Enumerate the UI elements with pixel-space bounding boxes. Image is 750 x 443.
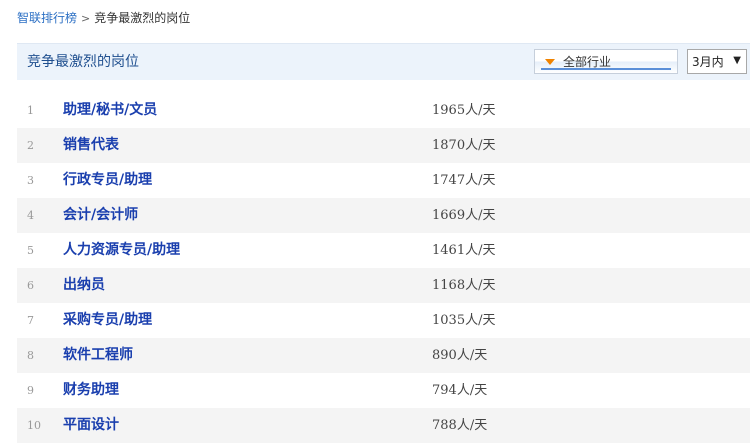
competition-value: 788人/天 bbox=[432, 418, 488, 433]
ranking-row: 8 软件工程师 890人/天 bbox=[17, 338, 750, 373]
competition-value: 1035人/天 bbox=[432, 313, 496, 328]
rank-number: 10 bbox=[27, 419, 41, 432]
rank-number: 7 bbox=[27, 314, 34, 327]
ranking-row: 1 助理/秘书/文员 1965人/天 bbox=[17, 93, 750, 128]
rank-number: 9 bbox=[27, 384, 34, 397]
competition-value: 1747人/天 bbox=[432, 173, 496, 188]
triangle-down-icon bbox=[545, 59, 555, 65]
rank-number: 5 bbox=[27, 244, 34, 257]
job-title-link[interactable]: 软件工程师 bbox=[63, 346, 133, 364]
competition-value: 794人/天 bbox=[432, 383, 488, 398]
ranking-list: 1 助理/秘书/文员 1965人/天 2 销售代表 1870人/天 3 行政专员… bbox=[17, 93, 750, 443]
job-title-link[interactable]: 人力资源专员/助理 bbox=[63, 241, 180, 259]
job-title-link[interactable]: 销售代表 bbox=[63, 136, 119, 154]
competition-value: 1168人/天 bbox=[432, 278, 496, 293]
job-title-link[interactable]: 平面设计 bbox=[63, 416, 119, 434]
chevron-down-icon: ▼ bbox=[733, 55, 741, 66]
competition-value: 1669人/天 bbox=[432, 208, 496, 223]
rank-number: 6 bbox=[27, 279, 34, 292]
ranking-row: 5 人力资源专员/助理 1461人/天 bbox=[17, 233, 750, 268]
ranking-row: 9 财务助理 794人/天 bbox=[17, 373, 750, 408]
breadcrumb-separator: > bbox=[81, 12, 91, 25]
breadcrumb-current: 竞争最激烈的岗位 bbox=[94, 11, 191, 25]
rank-number: 1 bbox=[27, 104, 34, 117]
rank-number: 2 bbox=[27, 139, 34, 152]
job-title-link[interactable]: 助理/秘书/文员 bbox=[63, 101, 157, 119]
job-title-link[interactable]: 采购专员/助理 bbox=[63, 311, 152, 329]
ranking-row: 7 采购专员/助理 1035人/天 bbox=[17, 303, 750, 338]
breadcrumb-root-link[interactable]: 智联排行榜 bbox=[17, 11, 77, 25]
ranking-row: 6 出纳员 1168人/天 bbox=[17, 268, 750, 303]
ranking-row: 10 平面设计 788人/天 bbox=[17, 408, 750, 443]
job-title-link[interactable]: 出纳员 bbox=[63, 276, 105, 294]
ranking-row: 2 销售代表 1870人/天 bbox=[17, 128, 750, 163]
industry-select[interactable]: 全部行业 bbox=[534, 49, 678, 74]
industry-select-underline bbox=[541, 68, 671, 70]
period-select[interactable]: 3月内 ▼ bbox=[687, 49, 747, 74]
rank-number: 3 bbox=[27, 174, 34, 187]
job-title-link[interactable]: 行政专员/助理 bbox=[63, 171, 152, 189]
period-select-value: 3月内 bbox=[692, 55, 724, 69]
breadcrumb: 智联排行榜 > 竞争最激烈的岗位 bbox=[17, 10, 190, 27]
rank-number: 8 bbox=[27, 349, 34, 362]
competition-value: 1965人/天 bbox=[432, 103, 496, 118]
ranking-row: 4 会计/会计师 1669人/天 bbox=[17, 198, 750, 233]
job-title-link[interactable]: 会计/会计师 bbox=[63, 206, 138, 224]
job-title-link[interactable]: 财务助理 bbox=[63, 381, 119, 399]
ranking-row: 3 行政专员/助理 1747人/天 bbox=[17, 163, 750, 198]
panel-header: 竞争最激烈的岗位 全部行业 3月内 ▼ bbox=[17, 43, 750, 80]
competition-value: 890人/天 bbox=[432, 348, 488, 363]
rank-number: 4 bbox=[27, 209, 34, 222]
panel-title: 竞争最激烈的岗位 bbox=[27, 54, 139, 70]
competition-value: 1461人/天 bbox=[432, 243, 496, 258]
competition-value: 1870人/天 bbox=[432, 138, 496, 153]
